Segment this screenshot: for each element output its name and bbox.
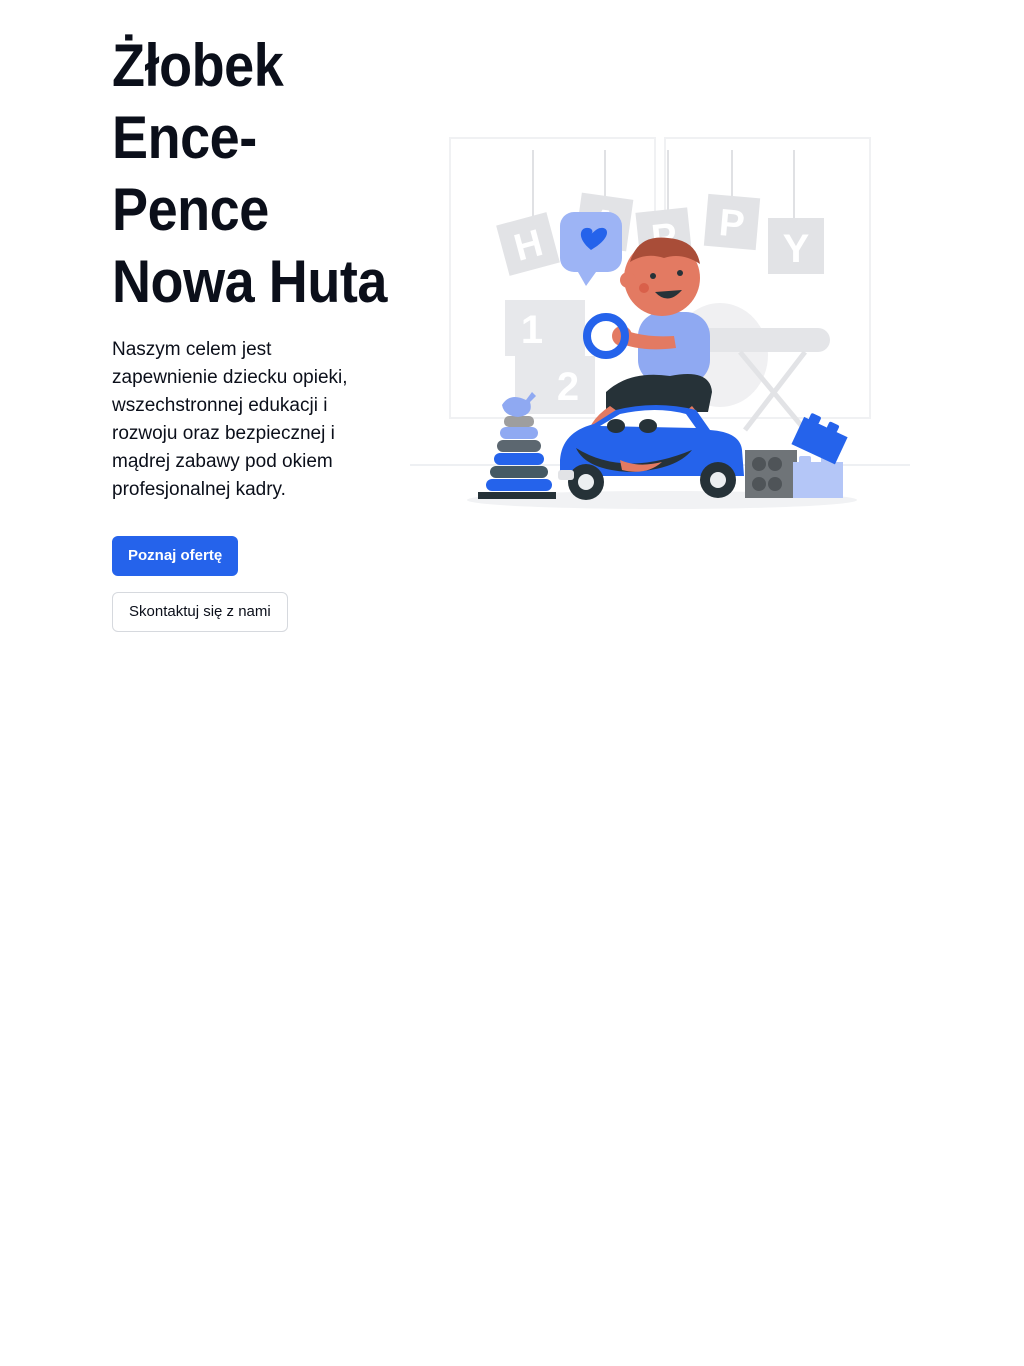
number-block-1: 1 [505, 300, 585, 356]
hero-description: Naszym celem jest zapewnienie dziecku op… [112, 339, 348, 500]
contact-button[interactable]: Skontaktuj się z nami [112, 592, 288, 632]
baby-on-toy-car-illustration: H A P P Y 1 2 [410, 137, 910, 509]
letter-block-y: Y [768, 218, 824, 274]
hero-text-block: Żłobek Ence-Pence Nowa Huta [112, 30, 392, 318]
hero-illustration: H A P P Y 1 2 [410, 130, 910, 520]
block-letter: Y [783, 227, 810, 271]
hero-title: Żłobek Ence-Pence Nowa Huta [112, 32, 387, 315]
toy-car [558, 405, 744, 500]
letter-block-p2: P [703, 193, 761, 251]
block-letter: P [717, 202, 746, 246]
block-number: 2 [557, 365, 579, 409]
block-number: 1 [521, 308, 543, 352]
offer-button[interactable]: Poznaj ofertę [112, 536, 239, 576]
